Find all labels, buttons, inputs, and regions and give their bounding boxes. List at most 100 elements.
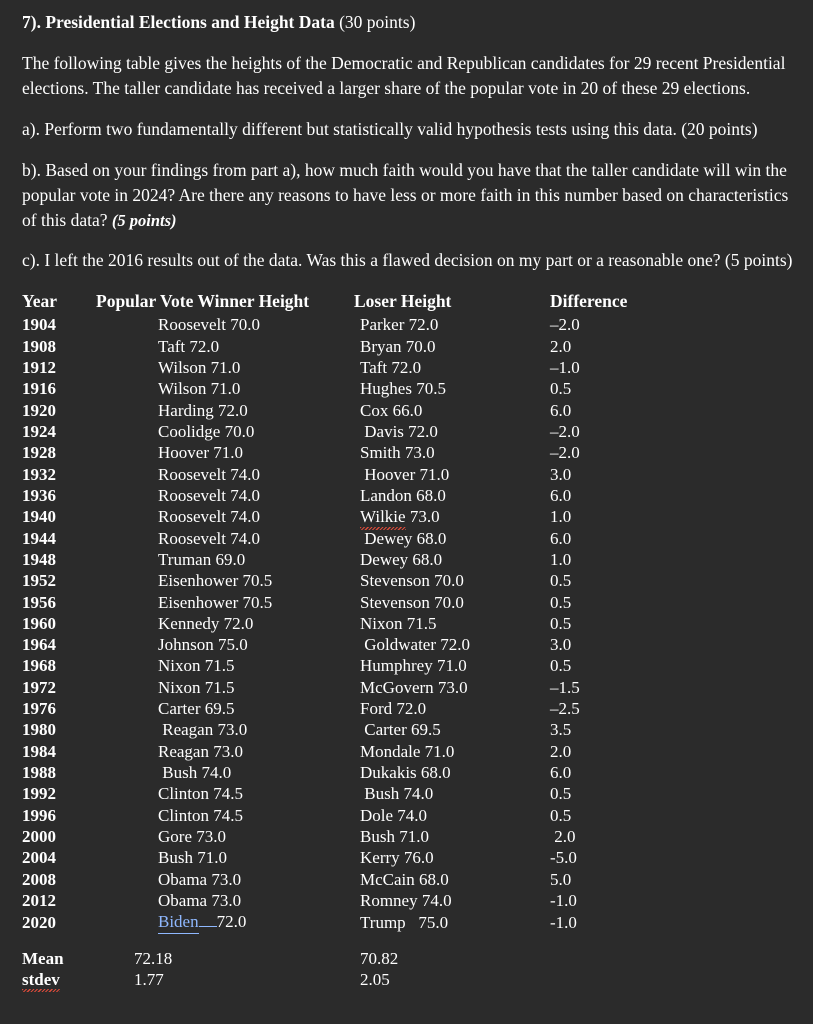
cell-difference: 3.0	[550, 635, 572, 655]
cell-difference: -5.0	[550, 848, 577, 868]
cell-loser: Davis 72.0	[360, 421, 438, 441]
cell-difference: –2.0	[550, 315, 580, 335]
cell-difference: 6.0	[550, 528, 572, 548]
cell-winner: Roosevelt 70.0	[158, 315, 260, 335]
cell-difference: 0.5	[550, 805, 572, 825]
table-row: 1920 Harding 72.0 Cox 66.0 6.0	[22, 400, 670, 421]
cell-winner: Roosevelt 74.0	[158, 507, 260, 527]
summary-difference-empty	[550, 969, 670, 990]
table-row: 2000 Gore 73.0 Bush 71.0 2.0	[22, 826, 670, 847]
cell-winner: Coolidge 70.0	[158, 421, 255, 441]
cell-winner: Clinton 74.5	[158, 805, 244, 825]
cell-difference: 0.5	[550, 613, 572, 633]
table-row: 1912 Wilson 71.0 Taft 72.0 –1.0	[22, 357, 670, 378]
cell-winner: Reagan 73.0	[158, 720, 248, 740]
cell-year: 1964	[22, 635, 56, 655]
cell-year: 1996	[22, 805, 56, 825]
cell-loser: McGovern 73.0	[360, 677, 468, 697]
cell-winner: Bush 71.0	[158, 848, 227, 868]
paragraph-intro: The following table gives the heights of…	[22, 53, 786, 99]
cell-winner: Nixon 71.5	[158, 677, 235, 697]
summary-label: Mean	[22, 948, 64, 968]
cell-winner: Reagan 73.0	[158, 741, 243, 761]
table-row: 1960 Kennedy 72.0 Nixon 71.5 0.5	[22, 613, 670, 634]
cell-year: 1908	[22, 336, 56, 356]
cell-difference: 2.0	[550, 827, 576, 847]
cell-winner: Kennedy 72.0	[158, 613, 254, 633]
cell-loser: Romney 74.0	[360, 891, 452, 911]
cell-loser: Goldwater 72.0	[360, 635, 471, 655]
cell-winner: Roosevelt 74.0	[158, 485, 260, 505]
tracked-change-gap	[198, 926, 217, 928]
cell-year: 1968	[22, 656, 56, 676]
table-row: 1936 Roosevelt 74.0 Landon 68.0 6.0	[22, 485, 670, 506]
table-row: 1984 Reagan 73.0 Mondale 71.0 2.0	[22, 741, 670, 762]
cell-difference: 1.0	[550, 507, 572, 527]
cell-winner: Johnson 75.0	[158, 635, 248, 655]
cell-loser: Cox 66.0	[360, 400, 423, 420]
cell-loser: Wilkie 73.0	[360, 507, 440, 530]
spellcheck-word: Wilkie	[360, 507, 406, 530]
cell-loser: Carter 69.5	[360, 720, 441, 740]
table-row: 1948 Truman 69.0 Dewey 68.0 1.0	[22, 549, 670, 570]
question-title: Presidential Elections and Height Data	[45, 12, 335, 32]
table-row: 1988 Bush 74.0 Dukakis 68.0 6.0	[22, 762, 670, 783]
cell-year: 1944	[22, 528, 56, 548]
cell-winner: Nixon 71.5	[158, 656, 235, 676]
table-row: 2004 Bush 71.0 Kerry 76.0 -5.0	[22, 847, 670, 868]
cell-difference: 2.0	[550, 336, 572, 356]
cell-winner: Clinton 74.5	[158, 784, 244, 804]
cell-loser: Parker 72.0	[360, 315, 439, 335]
cell-year: 2008	[22, 869, 56, 889]
paragraph-part-a: a). Perform two fundamentally different …	[22, 119, 758, 140]
part-b-points: (5 points)	[111, 210, 177, 230]
cell-difference: –1.0	[550, 357, 580, 377]
cell-winner: Eisenhower 70.5	[158, 571, 273, 591]
header-year: Year	[22, 291, 57, 312]
summary-winner-value: 72.18	[134, 948, 173, 968]
cell-loser: Dewey 68.0	[360, 528, 447, 548]
cell-winner: Obama 73.0	[158, 869, 242, 889]
cell-loser: Stevenson 70.0	[360, 592, 464, 612]
cell-winner: Roosevelt 74.0	[158, 528, 260, 548]
paragraph-part-b: b). Based on your findings from part a),…	[22, 158, 801, 233]
cell-difference: 2.0	[550, 741, 572, 761]
cell-loser: Bryan 70.0	[360, 336, 436, 356]
cell-loser: Dole 74.0	[360, 805, 428, 825]
table-header-row: Year Popular Vote Winner Height Loser He…	[22, 291, 670, 314]
cell-loser: Ford 72.0	[360, 699, 427, 719]
cell-difference: -1.0	[550, 912, 577, 932]
cell-loser: Taft 72.0	[360, 357, 422, 377]
cell-loser: Dewey 68.0	[360, 549, 443, 569]
paragraph-part-c: c). I left the 2016 results out of the d…	[22, 250, 793, 271]
question-heading: 7). Presidential Elections and Height Da…	[22, 10, 801, 35]
cell-loser: Bush 74.0	[360, 784, 434, 804]
header-difference: Difference	[550, 291, 628, 312]
tracked-change-name: Biden	[158, 911, 199, 934]
table-body: 1904 Roosevelt 70.0 Parker 72.0 –2.0 1908 Taf…	[22, 314, 670, 993]
question-number: 7).	[22, 12, 41, 32]
cell-difference: –2.5	[550, 699, 580, 719]
cell-loser: Dukakis 68.0	[360, 763, 451, 783]
summary-loser-value: 2.05	[360, 970, 390, 990]
table-row: 1972 Nixon 71.5 McGovern 73.0 –1.5	[22, 677, 670, 698]
cell-winner: Harding 72.0	[158, 400, 248, 420]
cell-loser: Hughes 70.5	[360, 379, 446, 399]
header-winner: Popular Vote Winner Height	[96, 291, 310, 312]
cell-year: 1924	[22, 421, 56, 441]
cell-winner: Biden 72.0	[96, 911, 354, 934]
table-row: 1904 Roosevelt 70.0 Parker 72.0 –2.0	[22, 314, 670, 335]
cell-year: 1992	[22, 784, 56, 804]
cell-difference: 0.5	[550, 656, 572, 676]
cell-difference: 0.5	[550, 784, 572, 804]
cell-loser: Nixon 71.5	[360, 613, 437, 633]
cell-year: 2012	[22, 891, 56, 911]
cell-year: 1976	[22, 699, 56, 719]
cell-difference: -1.0	[550, 891, 577, 911]
cell-loser: Hoover 71.0	[360, 464, 450, 484]
table-row: 2012 Obama 73.0 Romney 74.0 -1.0	[22, 890, 670, 911]
cell-year: 1920	[22, 400, 56, 420]
cell-year: 1904	[22, 315, 56, 335]
cell-difference: 3.0	[550, 464, 572, 484]
cell-year: 1932	[22, 464, 56, 484]
